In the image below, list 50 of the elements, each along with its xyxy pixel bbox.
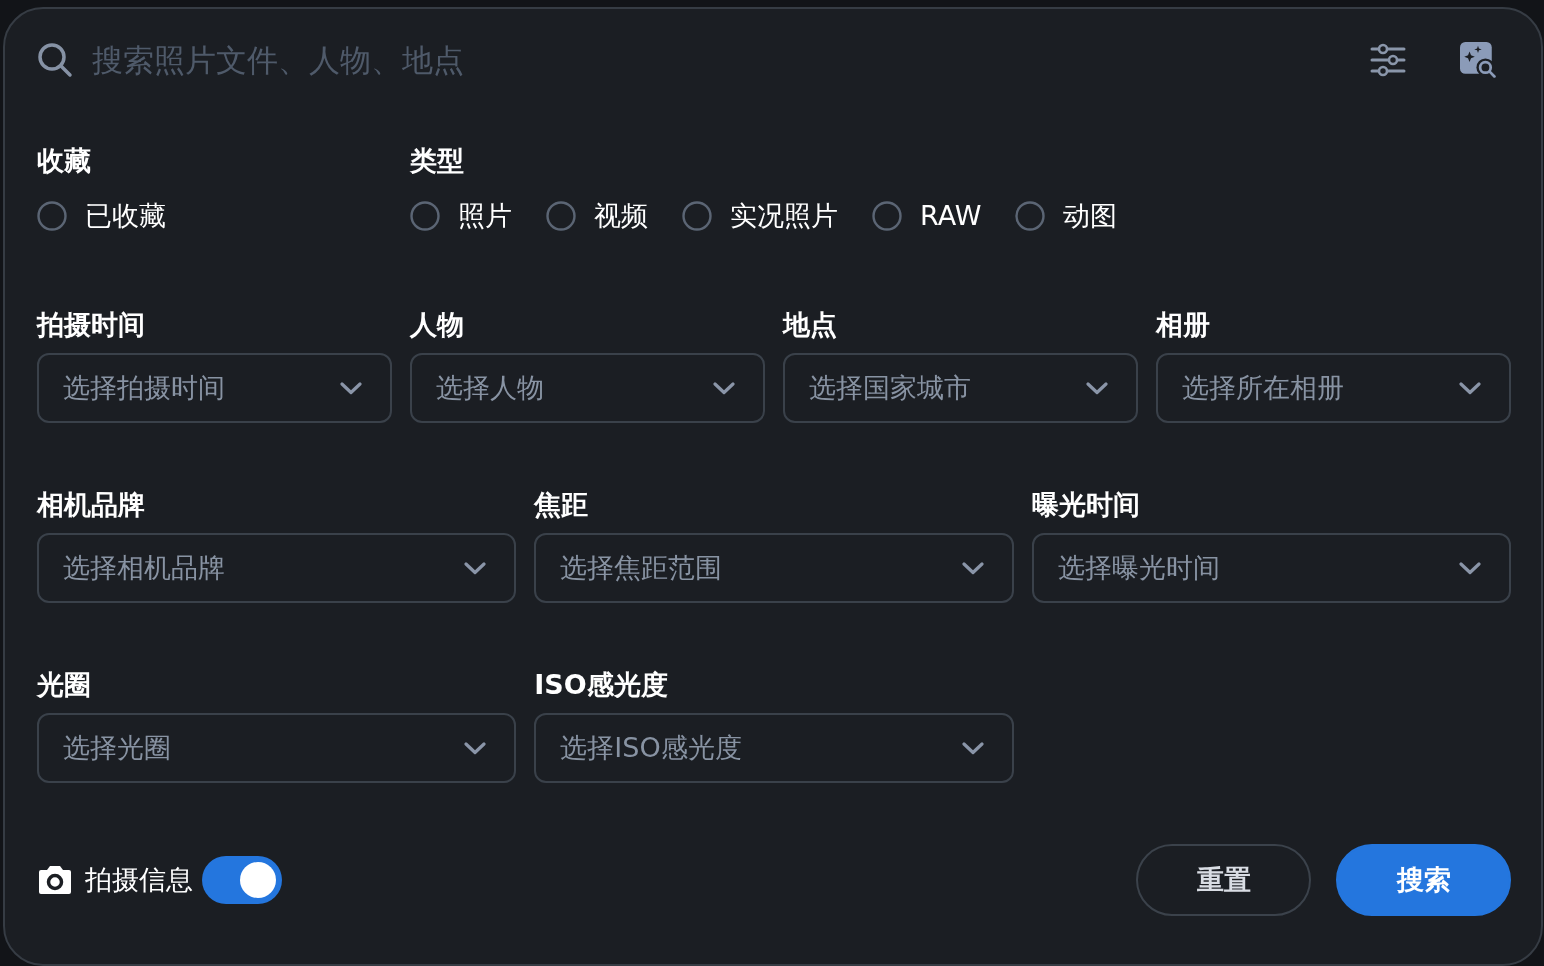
dropdown-field[interactable]: 选择曝光时间 bbox=[1031, 533, 1511, 603]
chevron-down-icon bbox=[464, 561, 487, 575]
field-label: 拍摄时间 bbox=[37, 308, 145, 342]
radio-circle-icon[interactable] bbox=[872, 201, 902, 231]
field-label: 相机品牌 bbox=[37, 488, 145, 522]
dropdown-field[interactable]: 选择光圈 bbox=[37, 713, 517, 783]
chevron-down-icon bbox=[1459, 381, 1481, 395]
radio-circle-icon[interactable] bbox=[682, 201, 712, 231]
radio-circle-icon[interactable] bbox=[1015, 201, 1046, 231]
radio-circle-icon[interactable] bbox=[410, 201, 440, 231]
radio-circle-icon[interactable] bbox=[546, 201, 576, 231]
option-label: 照片 bbox=[458, 199, 512, 233]
radio-circle-icon[interactable] bbox=[37, 201, 67, 231]
chevron-down-icon bbox=[713, 381, 735, 395]
sliders-icon[interactable] bbox=[1370, 43, 1406, 77]
dropdown-field[interactable]: 选择人物 bbox=[410, 353, 765, 423]
field-label: 光圈 bbox=[37, 668, 91, 702]
dropdown-field[interactable]: 选择所在相册 bbox=[1156, 353, 1511, 423]
section-label: 收藏 bbox=[37, 144, 91, 178]
dropdown-field[interactable]: 选择拍摄时间 bbox=[37, 353, 392, 423]
field-label: 曝光时间 bbox=[1031, 488, 1140, 522]
chevron-down-icon bbox=[340, 381, 362, 395]
field-label: ISO感光度 bbox=[534, 668, 668, 702]
search-button[interactable]: 搜索 bbox=[1336, 844, 1511, 916]
field-label: 焦距 bbox=[534, 488, 589, 522]
option-label: RAW bbox=[920, 199, 982, 233]
field-label: 人物 bbox=[410, 308, 464, 342]
field-label: 地点 bbox=[783, 308, 837, 342]
search-field[interactable]: 搜索照片文件、人物、地点 bbox=[92, 40, 1370, 80]
toggle-switch[interactable] bbox=[202, 856, 282, 904]
dropdown-field[interactable]: 选择焦距范围 bbox=[534, 533, 1014, 603]
field-label: 相册 bbox=[1156, 308, 1210, 342]
chevron-down-icon bbox=[464, 741, 487, 755]
reset-button[interactable]: 重置 bbox=[1136, 844, 1311, 916]
dropdown-field[interactable]: 选择国家城市 bbox=[783, 353, 1138, 423]
chevron-down-icon bbox=[961, 741, 984, 755]
sparkle-search-icon[interactable] bbox=[1460, 42, 1496, 78]
chevron-down-icon bbox=[961, 561, 984, 575]
camera-icon bbox=[38, 865, 72, 895]
option-label: 已收藏 bbox=[85, 199, 166, 233]
dropdown-field[interactable]: 选择ISO感光度 bbox=[534, 713, 1014, 783]
option-label: 视频 bbox=[594, 199, 648, 233]
chevron-down-icon bbox=[1459, 561, 1481, 575]
dropdown-field[interactable]: 选择相机品牌 bbox=[37, 533, 517, 603]
option-label: 动图 bbox=[1063, 199, 1118, 233]
search-icon bbox=[37, 42, 73, 78]
option-label: 实况照片 bbox=[730, 199, 838, 233]
toggle-label: 拍摄信息 bbox=[85, 863, 193, 897]
section-label: 类型 bbox=[410, 144, 464, 178]
chevron-down-icon bbox=[1086, 381, 1108, 395]
